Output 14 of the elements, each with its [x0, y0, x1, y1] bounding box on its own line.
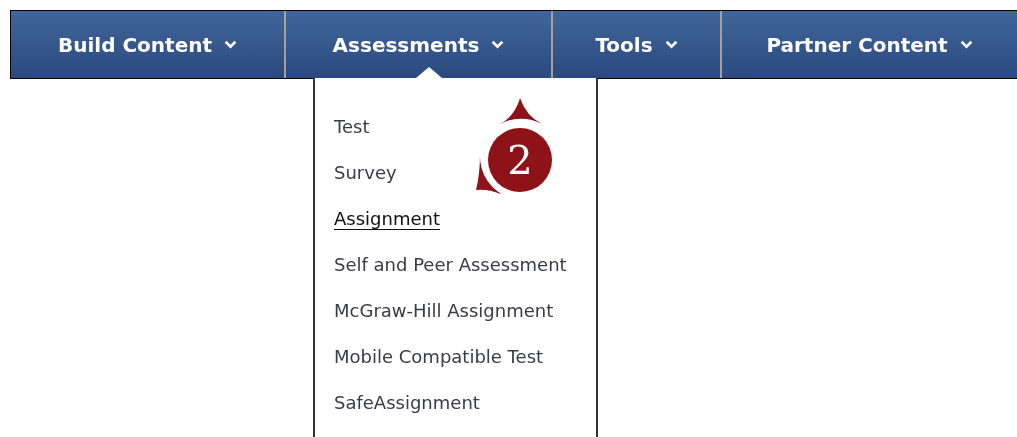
chevron-down-icon [664, 40, 678, 49]
step-badge: 2 [470, 94, 562, 194]
menu-item[interactable]: Mobile Compatible Test [334, 342, 544, 388]
menu-item[interactable]: Test [334, 112, 370, 158]
menu-item[interactable]: Survey [334, 158, 397, 204]
chevron-down-icon [224, 40, 238, 49]
chevron-down-icon [959, 40, 973, 49]
menu-item[interactable]: Assignment [334, 204, 440, 250]
nav-tab[interactable]: Partner Content [720, 11, 1017, 78]
chevron-down-icon [491, 40, 505, 49]
nav-tab[interactable]: Build Content [11, 11, 284, 78]
menu-item[interactable]: Self and Peer Assessment [334, 250, 567, 296]
menu-item[interactable]: McGraw-Hill Assignment [334, 296, 554, 342]
menu-item[interactable]: SafeAssignment [334, 388, 480, 434]
